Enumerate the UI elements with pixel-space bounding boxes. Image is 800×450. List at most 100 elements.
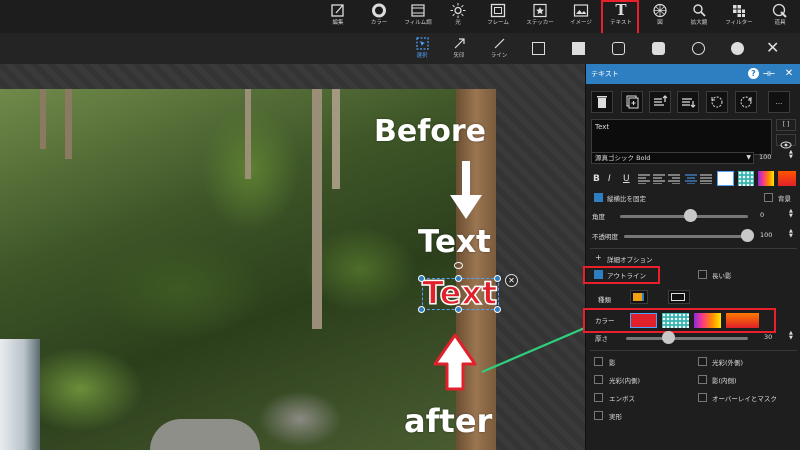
arrow-icon [454,38,465,49]
delete-button[interactable] [591,91,613,113]
frame-icon [490,3,506,18]
align-center-icon[interactable] [685,174,697,184]
emboss-checkbox[interactable] [594,393,603,402]
type-label: 種類 [598,296,611,304]
bring-forward-icon [654,95,668,106]
outline-checkbox[interactable] [594,270,603,279]
toolbar-label: 拡大鏡 [690,20,708,26]
toolbar-light[interactable]: 光 [438,0,478,33]
plain-text-sample: Text [418,224,491,260]
resize-handle[interactable] [494,275,501,282]
toolbar-sticker[interactable]: ステッカー [520,0,560,33]
film-icon [411,4,425,17]
select-tool[interactable]: 選択 [405,35,439,63]
toolbar-film[interactable]: フィルム調 [398,0,438,33]
color-fire-swatch[interactable] [778,171,796,186]
duplicate-button[interactable] [621,91,643,113]
opacity-stepper-icon[interactable]: ▲ ▼ [789,229,793,239]
color-pattern-swatch[interactable] [738,171,754,186]
outline-color-fire-swatch[interactable] [726,313,759,328]
inner-shadow-checkbox[interactable] [698,375,707,384]
details-options-label[interactable]: 詳細オプション [607,254,653,264]
toolbar-color[interactable]: カラー [359,0,399,33]
angle-stepper-icon[interactable]: ▲ ▼ [789,209,793,219]
bring-forward-button[interactable] [649,91,671,113]
thickness-value[interactable]: 30 [764,333,772,341]
send-backward-button[interactable] [677,91,699,113]
rotate-handle-icon[interactable] [454,262,463,269]
line-tool[interactable]: ライン [482,35,516,63]
circle-outline-icon[interactable] [692,42,705,55]
rotate-right-button[interactable] [735,91,757,113]
toolbar-shape[interactable]: 図 [640,0,680,33]
panel-close-icon[interactable]: ✕ [782,67,796,81]
resize-handle[interactable] [455,306,462,313]
rectangle-filled-icon[interactable] [572,42,585,55]
align-right-icon[interactable] [668,174,680,184]
bracket-button[interactable]: [ ] [776,119,796,131]
angle-label: 角度 [592,213,605,221]
opacity-slider[interactable] [624,235,748,238]
toolbar-image[interactable]: イメージ [561,0,601,33]
solid-shape-checkbox[interactable] [594,411,603,420]
keep-ratio-checkbox[interactable] [594,193,603,202]
close-icon[interactable]: ✕ [766,38,779,57]
justify-icon[interactable] [700,174,712,184]
font-select[interactable]: 源真ゴシック Bold ▼ [591,152,754,164]
toolbar-edit[interactable]: 編集 [318,0,358,33]
arrow-tool[interactable]: 矢印 [442,35,476,63]
italic-button[interactable]: I [608,174,611,184]
thickness-stepper-icon[interactable]: ▲ ▼ [789,331,793,341]
shadow-checkbox[interactable] [594,357,603,366]
color-white-swatch[interactable] [717,171,734,186]
effect-label: 光彩(内側) [609,377,641,385]
more-button[interactable]: ... [768,91,790,113]
outline-type-double[interactable] [668,290,690,304]
outline-color-pattern-swatch[interactable] [662,313,689,328]
inner-glow-checkbox[interactable] [594,375,603,384]
toolbar-tools[interactable]: 道具 [760,0,800,33]
rectangle-outline-icon[interactable] [532,42,545,55]
toolbar-label: カラー [370,20,388,26]
resize-handle[interactable] [418,306,425,313]
delete-object-icon[interactable]: ✕ [505,274,518,287]
help-icon[interactable]: ? [748,68,759,79]
visibility-button[interactable] [776,134,796,149]
outline-type-solid[interactable] [630,290,648,304]
align-left-2-icon[interactable] [653,174,665,184]
overlay-mask-checkbox[interactable] [698,393,707,402]
outer-glow-checkbox[interactable] [698,357,707,366]
details-expand-icon[interactable]: + [595,253,602,262]
toolbar-label: フィルター [725,20,753,26]
font-size-value[interactable]: 100 [759,153,771,161]
outline-color-red-swatch[interactable] [630,313,657,328]
circle-filled-icon[interactable] [731,42,744,55]
angle-value[interactable]: 0 [760,211,764,219]
underline-button[interactable]: U [623,174,630,184]
toolbar-filter[interactable]: フィルター [719,0,759,33]
thickness-slider-knob[interactable] [662,331,675,344]
thickness-slider[interactable] [626,337,748,340]
bold-button[interactable]: B [593,174,600,184]
duplicate-icon [626,95,639,109]
toolbar-frame[interactable]: フレーム [478,0,518,33]
magnifier-icon [693,4,706,17]
resize-handle[interactable] [418,275,425,282]
toolbar-magnifier[interactable]: 拡大鏡 [679,0,719,33]
angle-slider-knob[interactable] [684,209,697,222]
rotate-left-button[interactable] [706,91,728,113]
align-left-icon[interactable] [638,174,650,184]
long-shadow-checkbox[interactable] [698,270,707,279]
color-gradient-swatch[interactable] [758,171,774,186]
text-input[interactable]: Text [591,119,772,155]
divider [590,248,797,249]
rounded-rect-filled-icon[interactable] [652,42,665,55]
opacity-value[interactable]: 100 [760,231,772,239]
rounded-rect-outline-icon[interactable] [612,42,625,55]
pin-icon[interactable]: ⊣⊢ [762,67,776,81]
font-size-stepper-icon[interactable]: ▲ ▼ [789,150,793,160]
resize-handle[interactable] [455,275,462,282]
opacity-slider-knob[interactable] [741,229,754,242]
background-checkbox[interactable] [764,193,773,202]
outline-color-gradient-swatch[interactable] [694,313,721,328]
